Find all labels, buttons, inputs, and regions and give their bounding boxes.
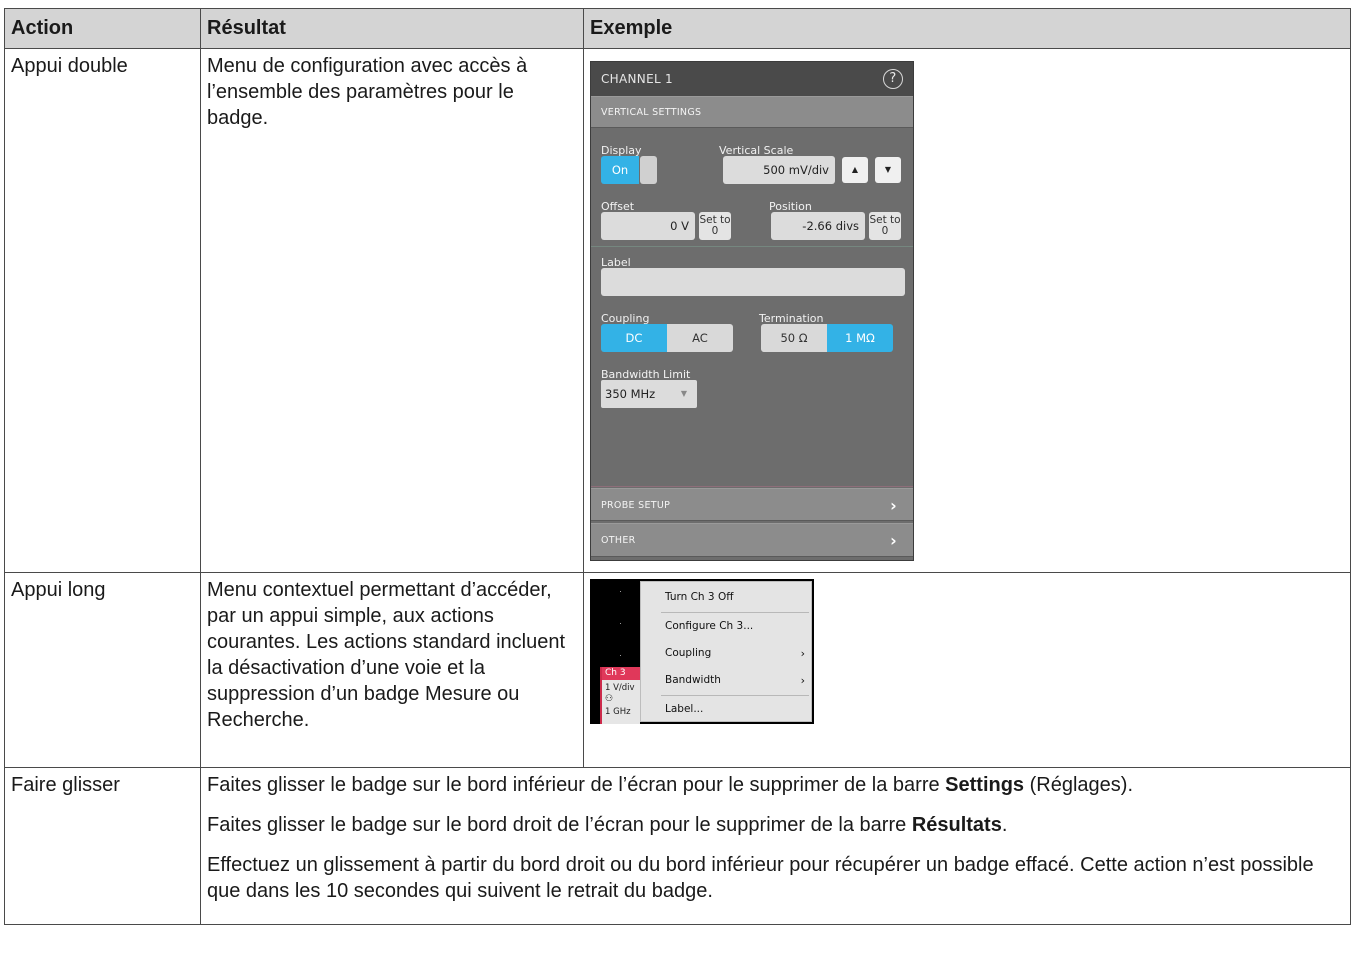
table-header-row: Action Résultat Exemple bbox=[4, 8, 1351, 49]
chevron-down-icon: ▼ bbox=[680, 389, 687, 398]
bandwidth-limit-dropdown[interactable]: 350 MHz ▼ bbox=[601, 380, 697, 408]
result-cell: Menu de configuration avec accès à l’ens… bbox=[200, 48, 584, 573]
text-run: Faites glisser le badge sur le bord infé… bbox=[207, 774, 946, 796]
menu-item-configure[interactable]: Configure Ch 3... bbox=[641, 613, 811, 640]
menu-item-turn-off[interactable]: Turn Ch 3 Off bbox=[641, 584, 811, 611]
example-cell: CHANNEL 1 ? VERTICAL SETTINGS Display On… bbox=[583, 48, 1351, 573]
chevron-right-icon: › bbox=[890, 531, 897, 550]
grid-dot bbox=[620, 655, 621, 656]
result-cell: Faites glisser le badge sur le bord infé… bbox=[200, 767, 1351, 925]
column-header-example: Exemple bbox=[583, 8, 1351, 49]
result-cell: Menu contextuel permettant d’accéder, pa… bbox=[200, 572, 584, 768]
bandwidth-value: 350 MHz bbox=[605, 387, 656, 401]
section-label: OTHER bbox=[601, 535, 636, 546]
termination-1m-button[interactable]: 1 MΩ bbox=[827, 324, 893, 352]
bold-term: Settings bbox=[945, 774, 1025, 796]
section-other[interactable]: OTHER › bbox=[591, 523, 913, 557]
position-field[interactable]: -2.66 divs bbox=[771, 212, 865, 240]
channel-config-panel: CHANNEL 1 ? VERTICAL SETTINGS Display On… bbox=[590, 61, 914, 561]
table-row: Appui double Menu de configuration avec … bbox=[4, 48, 1351, 573]
menu-item-bandwidth[interactable]: Bandwidth › bbox=[641, 667, 811, 694]
display-toggle[interactable]: On bbox=[601, 156, 639, 184]
menu-item-coupling[interactable]: Coupling › bbox=[641, 640, 811, 667]
label-input[interactable] bbox=[601, 268, 905, 296]
position-set-to-0-button[interactable]: Set to 0 bbox=[869, 212, 901, 240]
column-header-result: Résultat bbox=[200, 8, 584, 49]
offset-set-to-0-button[interactable]: Set to 0 bbox=[699, 212, 731, 240]
menu-item-label: Bandwidth bbox=[665, 674, 721, 686]
drag-paragraph-settings: Faites glisser le badge sur le bord infé… bbox=[207, 772, 1344, 798]
termination-50-button[interactable]: 50 Ω bbox=[761, 324, 827, 352]
action-cell: Appui double bbox=[4, 48, 201, 573]
chevron-right-icon: › bbox=[800, 674, 805, 687]
panel-header: CHANNEL 1 ? bbox=[591, 62, 913, 96]
waveform-trace bbox=[591, 486, 913, 487]
table-row: Appui long Menu contextuel permettant d’… bbox=[4, 572, 1351, 768]
panel-title: CHANNEL 1 bbox=[601, 72, 673, 86]
chevron-right-icon: › bbox=[890, 496, 897, 515]
channel-3-badge[interactable]: Ch 3 1 V/div ⚇ 1 GHz bbox=[600, 667, 640, 724]
display-toggle-knob[interactable] bbox=[640, 156, 657, 184]
probe-icon: ⚇ bbox=[605, 694, 614, 704]
menu-item-label: Coupling bbox=[665, 647, 712, 659]
chevron-right-icon: › bbox=[800, 647, 805, 660]
badge-channel-name: Ch 3 bbox=[602, 667, 640, 680]
section-probe-setup[interactable]: PROBE SETUP › bbox=[591, 488, 913, 521]
drag-paragraph-results: Faites glisser le badge sur le bord droi… bbox=[207, 812, 1344, 838]
menu-item-label: Turn Ch 3 Off bbox=[665, 591, 734, 603]
menu-item-label: Label... bbox=[665, 703, 704, 715]
table-row: Faire glisser Faites glisser le badge su… bbox=[4, 767, 1351, 925]
scale-down-icon[interactable]: ▼ bbox=[875, 157, 901, 183]
text-run: . bbox=[1001, 814, 1008, 836]
context-menu: Turn Ch 3 Off Configure Ch 3... Coupling… bbox=[640, 581, 812, 722]
action-cell: Faire glisser bbox=[4, 767, 201, 925]
column-header-action: Action bbox=[4, 8, 201, 49]
section-label: PROBE SETUP bbox=[601, 500, 671, 511]
scale-up-icon[interactable]: ▲ bbox=[842, 157, 868, 183]
section-vertical-settings[interactable]: VERTICAL SETTINGS bbox=[591, 96, 913, 128]
coupling-ac-button[interactable]: AC bbox=[667, 324, 733, 352]
text-run: Faites glisser le badge sur le bord droi… bbox=[207, 814, 912, 836]
badge-bandwidth: 1 GHz bbox=[605, 707, 631, 717]
example-cell: Ch 3 1 V/div ⚇ 1 GHz Turn Ch 3 Off Confi… bbox=[583, 572, 1351, 768]
waveform-trace bbox=[591, 246, 913, 247]
grid-dot bbox=[620, 623, 621, 624]
section-label: VERTICAL SETTINGS bbox=[601, 107, 702, 118]
badge-scale: 1 V/div bbox=[605, 683, 635, 693]
grid-dot bbox=[620, 591, 621, 592]
help-icon[interactable]: ? bbox=[883, 69, 903, 89]
context-menu-screenshot: Ch 3 1 V/div ⚇ 1 GHz Turn Ch 3 Off Confi… bbox=[590, 579, 814, 724]
gesture-table: Action Résultat Exemple Appui double Men… bbox=[4, 8, 1351, 925]
bold-term: Résultats bbox=[911, 814, 1002, 836]
offset-field[interactable]: 0 V bbox=[601, 212, 695, 240]
vertical-scale-field[interactable]: 500 mV/div bbox=[723, 156, 835, 184]
coupling-dc-button[interactable]: DC bbox=[601, 324, 667, 352]
menu-item-label: Configure Ch 3... bbox=[665, 620, 754, 632]
menu-item-label-edit[interactable]: Label... bbox=[641, 696, 811, 723]
drag-paragraph-recover: Effectuez un glissement à partir du bord… bbox=[207, 854, 1314, 902]
action-cell: Appui long bbox=[4, 572, 201, 768]
text-run: (Réglages). bbox=[1024, 774, 1133, 796]
